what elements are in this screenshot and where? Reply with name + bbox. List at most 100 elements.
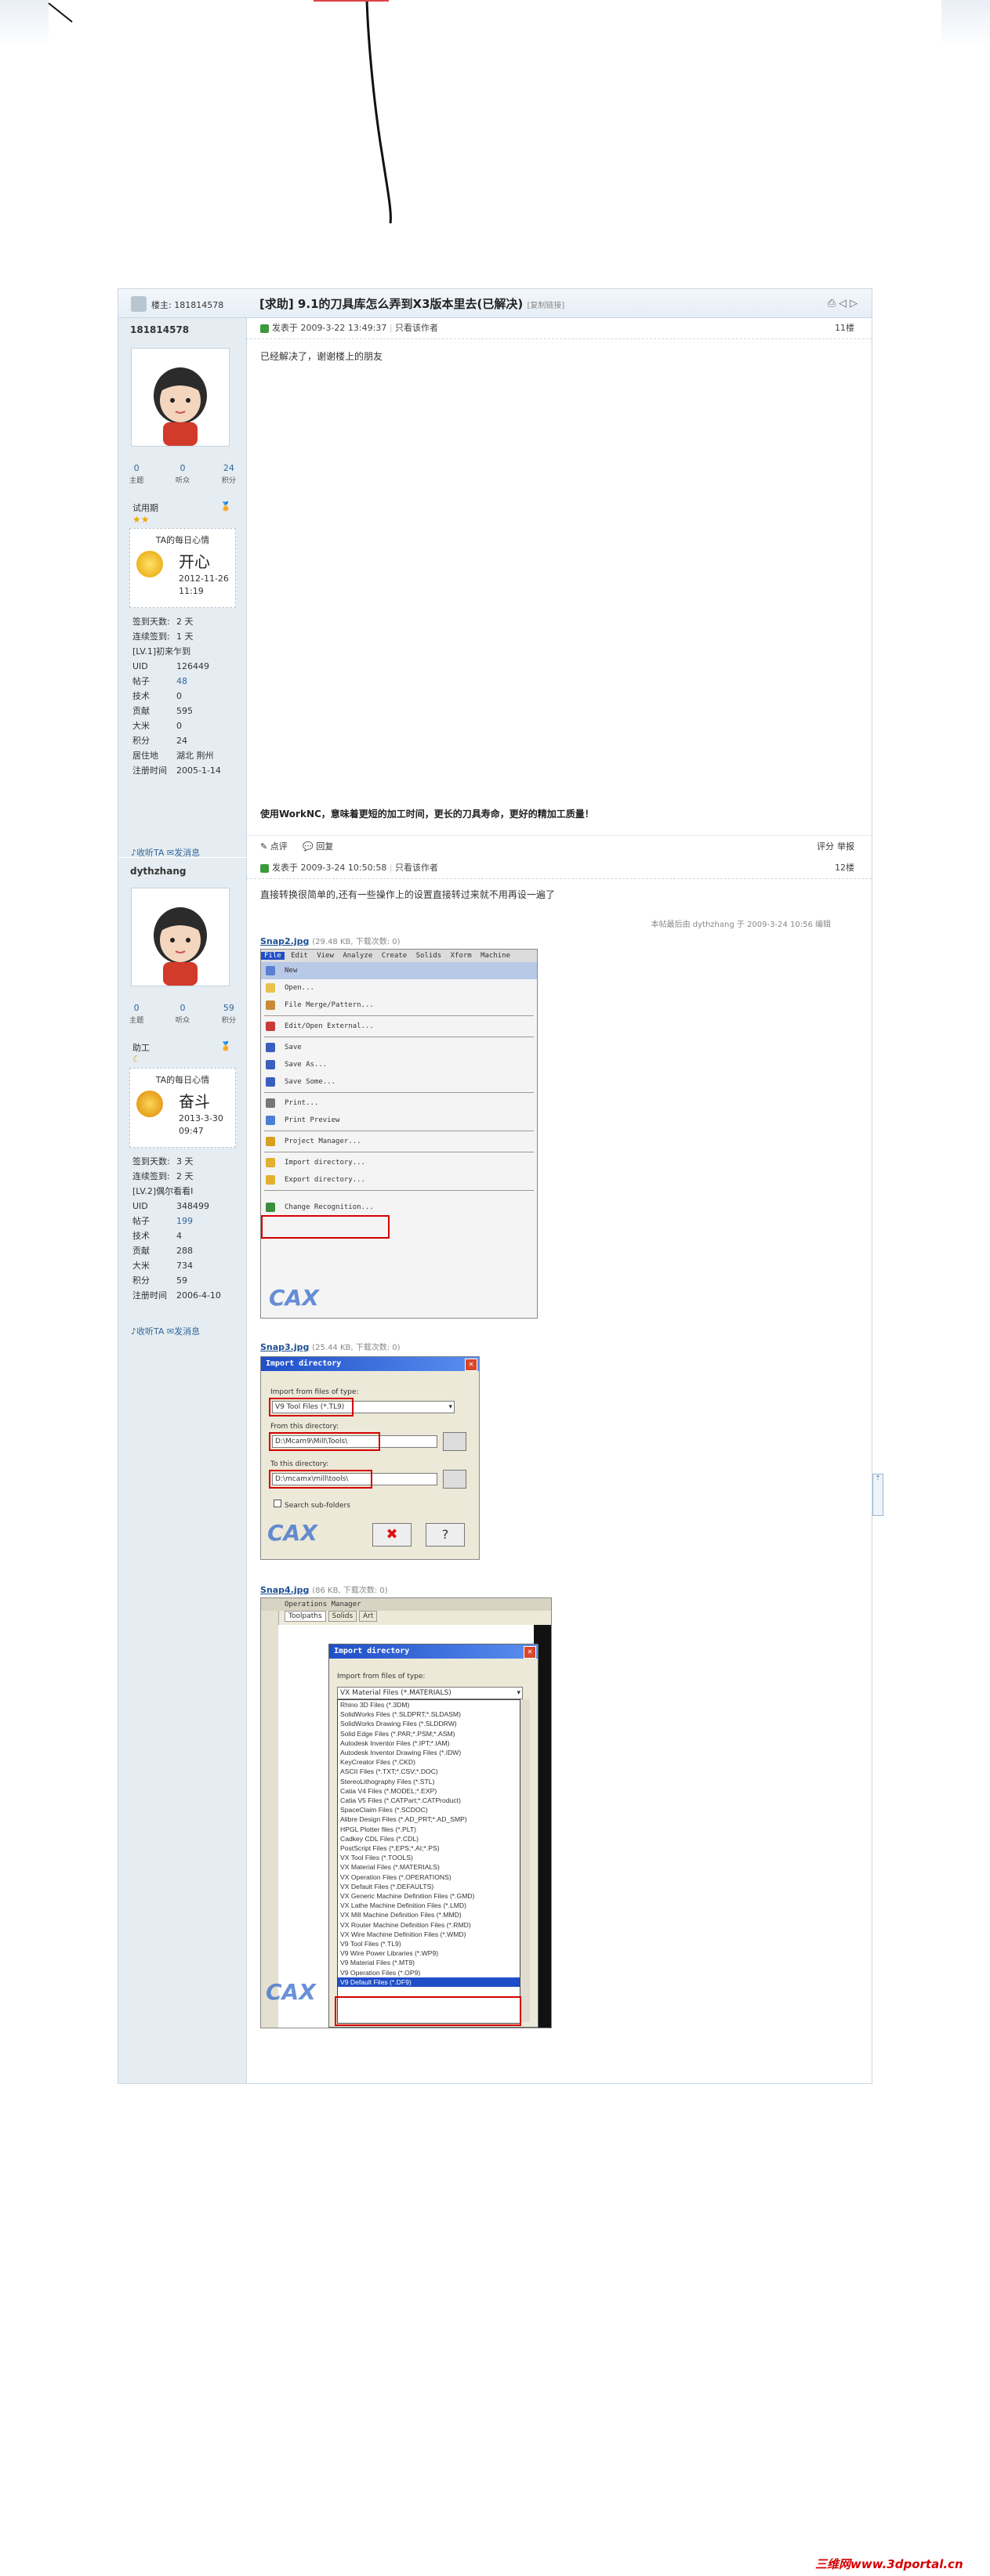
thread-title: [求助] 9.1的刀具库怎么弄到X3版本里去(已解决): [259, 297, 524, 311]
post2-stat-points[interactable]: 59 积分: [222, 1002, 236, 1027]
attachment-snap2-link[interactable]: Snap2.jpg: [260, 936, 309, 946]
post2-author-only[interactable]: 只看该作者: [395, 863, 438, 873]
file-type-option[interactable]: PostScript Files (*.EPS;*.AI;*.PS): [338, 1843, 520, 1853]
close-icon[interactable]: ✕: [524, 1646, 536, 1659]
cancel-button[interactable]: ✖: [372, 1523, 412, 1547]
post1-stat-listeners[interactable]: 0 听众: [176, 462, 190, 487]
snap4-operations-manager-screenshot[interactable]: Operations Manager Toolpaths Solids Art …: [260, 1597, 552, 2028]
listen-icon: ♪: [131, 848, 137, 858]
file-type-option[interactable]: Autodesk Inventor Drawing Files (*.IDW): [338, 1748, 520, 1757]
file-type-option[interactable]: Catia V5 Files (*.CATPart;*.CATProduct): [338, 1796, 520, 1805]
file-type-option[interactable]: Alibre Design Files (*.AD_PRT;*.AD_SMP): [338, 1814, 520, 1824]
post1-text: 已经解决了，谢谢楼上的朋友: [260, 351, 383, 362]
rate-icon: ✎: [260, 841, 268, 852]
listen-icon: ♪: [131, 1326, 137, 1337]
post1-info-list: 签到天数: 2 天 连续签到: 1 天 [LV.1]初来乍到 UID 126449 帖…: [132, 617, 221, 776]
chevron-down-icon: ▾: [448, 1403, 452, 1411]
import-directory-icon: [266, 1158, 275, 1167]
menu-print-preview: Print Preview: [261, 1112, 537, 1129]
mood-happy-icon: [136, 551, 163, 577]
file-type-option[interactable]: Autodesk Inventor Files (*.IPT;*.IAM): [338, 1738, 520, 1748]
snap3-import-dialog-screenshot[interactable]: Import directory ✕ Import from files of t…: [260, 1356, 480, 1560]
file-type-option[interactable]: VX Router Machine Definition Files (*.RM…: [338, 1920, 520, 1930]
file-type-option[interactable]: VX Mill Machine Definition Files (*.MMD): [338, 1910, 520, 1919]
snap2-file-menu-screenshot[interactable]: File Edit View Analyze Create Solids Xfo…: [260, 949, 538, 1319]
file-type-option[interactable]: V9 Tool Files (*.TL9): [338, 1939, 520, 1948]
post2-username[interactable]: dythzhang: [130, 866, 186, 877]
file-type-option[interactable]: Cadkey CDL Files (*.CDL): [338, 1834, 520, 1843]
post1-author-only[interactable]: 只看该作者: [395, 323, 438, 333]
close-icon[interactable]: ✕: [465, 1359, 477, 1371]
file-type-option[interactable]: VX Material Files (*.MATERIALS): [338, 1862, 520, 1872]
file-type-option[interactable]: SolidWorks Drawing Files (*.SLDDRW): [338, 1719, 520, 1728]
file-type-option[interactable]: V9 Operation Files (*.OP9): [338, 1968, 520, 1977]
attachment-snap3-link[interactable]: Snap3.jpg: [260, 1342, 309, 1352]
file-type-option[interactable]: VX Default Files (*.DEFAULTS): [338, 1882, 520, 1891]
file-type-option[interactable]: V9 Wire Power Libraries (*.WP9): [338, 1948, 520, 1958]
post2-message[interactable]: 发消息: [174, 1326, 200, 1337]
file-type-option[interactable]: Rhino 3D Files (*.3DM): [338, 1700, 520, 1709]
file-type-option[interactable]: KeyCreator Files (*.CKD): [338, 1757, 520, 1767]
post1-floor[interactable]: 11楼: [835, 318, 854, 338]
post1-report[interactable]: 举报: [837, 836, 854, 858]
print-icon[interactable]: ⎙: [828, 298, 839, 309]
post1-listen[interactable]: 收听TA: [136, 848, 164, 858]
tab-toolpaths[interactable]: Toolpaths: [285, 1611, 326, 1622]
file-type-option[interactable]: SpaceClaim Files (*.SCDOC): [338, 1805, 520, 1814]
post1-reply[interactable]: 回复: [316, 841, 333, 852]
snap3-highlight-from: [269, 1432, 380, 1451]
snap4-type-select[interactable]: VX Material Files (*.MATERIALS) ▾: [337, 1687, 523, 1699]
post1-rate[interactable]: 点评: [270, 841, 288, 852]
snap3-subfolders-checkbox[interactable]: Search sub-folders: [274, 1500, 350, 1510]
post1-avatar[interactable]: [131, 348, 230, 447]
post2-rank: 助工: [132, 1043, 150, 1053]
file-type-option[interactable]: VX Tool Files (*.TOOLS): [338, 1853, 520, 1862]
file-type-option[interactable]: Solid Edge Files (*.PAR;*.PSM;*.ASM): [338, 1729, 520, 1738]
post1-message[interactable]: 发消息: [174, 848, 200, 858]
file-type-option[interactable]: VX Operation Files (*.OPERATIONS): [338, 1872, 520, 1882]
tab-art[interactable]: Art: [359, 1611, 378, 1622]
post1-time: 发表于 2009-3-22 13:49:37: [272, 323, 387, 333]
next-thread-icon[interactable]: ▷: [850, 298, 861, 309]
snap2-logo-icon: CAX: [269, 1285, 319, 1311]
file-type-option[interactable]: VX Generic Machine Definition Files (*.G…: [338, 1891, 520, 1901]
reply-icon: 💬: [303, 841, 314, 852]
post2-author-panel: dythzhang 0 主题 0 听众 59 积分 助工 🏅 ☾ TA的每日心情 奋斗…: [118, 858, 247, 2083]
attachment-snap4-link[interactable]: Snap4.jpg: [260, 1585, 309, 1595]
avatar-figure-icon: [154, 367, 207, 446]
snap4-list-scrollbar[interactable]: [520, 1699, 530, 2022]
thread-title-bar: 楼主: 181814578 [求助] 9.1的刀具库怎么弄到X3版本里去(已解决…: [118, 289, 872, 318]
post1-score[interactable]: 评分: [817, 836, 834, 858]
file-type-option[interactable]: StereoLithography Files (*.STL): [338, 1777, 520, 1786]
post1-stat-topics[interactable]: 0 主题: [129, 462, 143, 487]
post2-text: 直接转换很简单的,还有一些操作上的设置直接转过来就不用再设一遍了: [260, 889, 555, 900]
browse-to-button[interactable]: [443, 1470, 466, 1489]
snap3-highlight-type: [269, 1398, 354, 1416]
file-type-option[interactable]: SolidWorks Files (*.SLDPRT;*.SLDASM): [338, 1709, 520, 1719]
post2-avatar[interactable]: [131, 888, 230, 986]
file-type-option[interactable]: HPGL Plotter files (*.PLT): [338, 1825, 520, 1834]
post2-listen[interactable]: 收听TA: [136, 1326, 164, 1337]
file-type-option[interactable]: ASCII Files (*.TXT;*.CSV;*.DOC): [338, 1767, 520, 1776]
post1-username[interactable]: 181814578: [130, 324, 189, 335]
tab-solids[interactable]: Solids: [328, 1611, 357, 1622]
post2-stat-listeners[interactable]: 0 听众: [176, 1002, 190, 1027]
file-type-option[interactable]: V9 Default Files (*.DF9): [338, 1977, 520, 1988]
post2-stat-topics[interactable]: 0 主题: [129, 1002, 143, 1027]
help-button[interactable]: ?: [426, 1523, 465, 1547]
snap4-type-list[interactable]: Rhino 3D Files (*.3DM) SolidWorks Files (…: [337, 1699, 520, 2024]
menu-new: New: [261, 962, 537, 979]
print-preview-icon: [266, 1116, 275, 1125]
back-to-top-handle[interactable]: ⇡: [872, 1474, 883, 1516]
file-type-option[interactable]: VX Lathe Machine Definition Files (*.LMD…: [338, 1901, 520, 1910]
post1-signature: 使用WorkNC，意味着更短的加工时间，更长的刀具寿命，更好的精加工质量！: [260, 809, 594, 819]
copy-link[interactable]: [复制链接]: [527, 302, 564, 310]
post2-floor[interactable]: 12楼: [835, 858, 854, 878]
prev-thread-icon[interactable]: ◁: [839, 298, 850, 309]
file-type-option[interactable]: Catia V4 Files (*.MODEL;*.EXP): [338, 1786, 520, 1796]
file-type-option[interactable]: V9 Material Files (*.MT9): [338, 1958, 520, 1967]
browse-from-button[interactable]: [443, 1432, 466, 1451]
post2-medal-icon: 🏅: [220, 1041, 231, 1051]
file-type-option[interactable]: VX Wire Machine Definition Files (*.WMD): [338, 1930, 520, 1939]
post1-stat-points[interactable]: 24 积分: [222, 462, 236, 487]
